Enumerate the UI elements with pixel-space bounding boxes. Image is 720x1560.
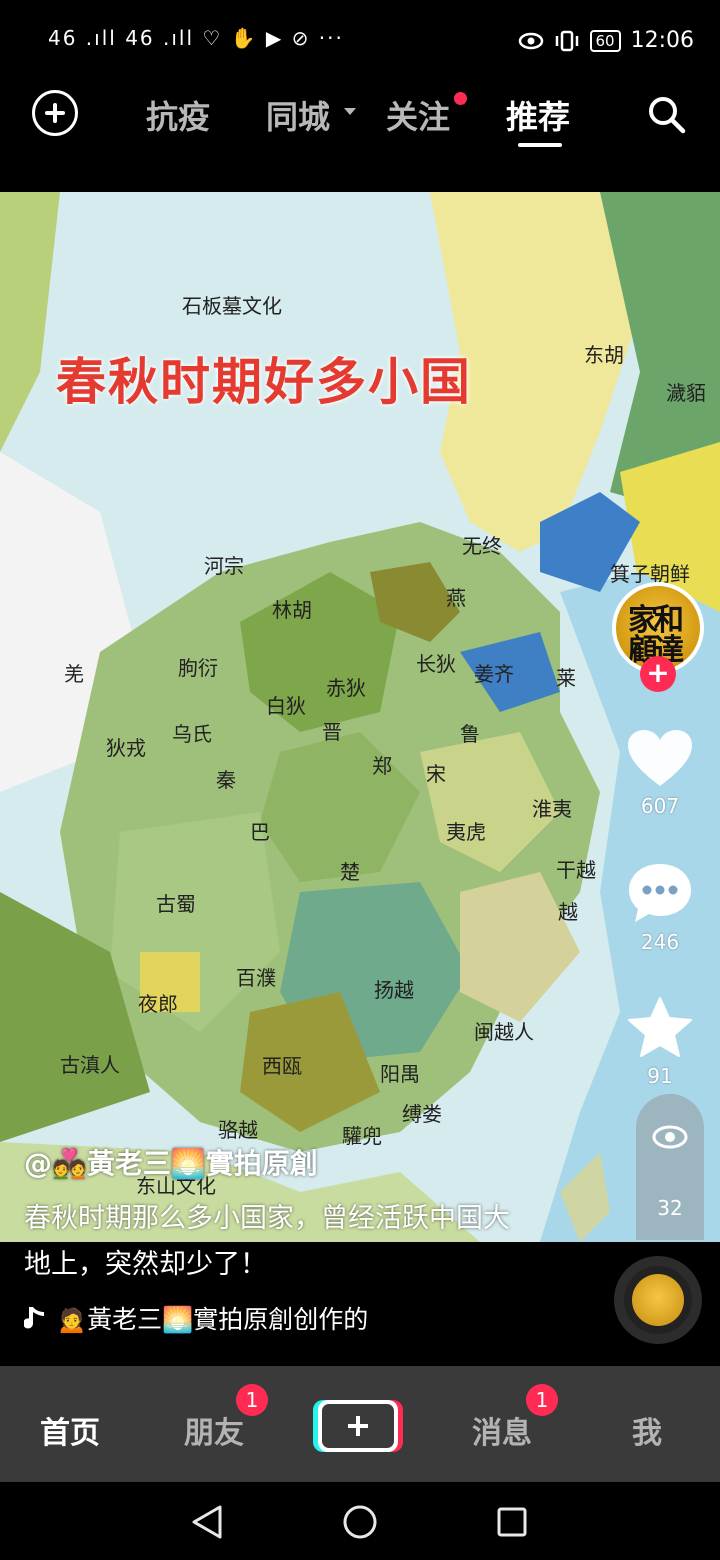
- place-label: 狄戎: [106, 736, 146, 760]
- plus-icon: [322, 1404, 394, 1448]
- nav-me[interactable]: 我: [632, 1408, 662, 1452]
- place-label: 驩兜: [342, 1124, 382, 1148]
- place-label: 扬越: [374, 978, 414, 1002]
- tab-recommended[interactable]: 推荐: [506, 92, 570, 138]
- place-label: 赤狄: [326, 676, 366, 700]
- status-indicators: 46 .ıll 46 .ıll ♡ ✋ ▶ ⊘ ···: [48, 26, 344, 50]
- place-label: 东胡: [584, 343, 624, 367]
- place-label: 林胡: [272, 598, 312, 622]
- back-icon[interactable]: [190, 1504, 224, 1540]
- clock: 12:06: [630, 28, 694, 53]
- place-label: 闽越人: [474, 1020, 534, 1044]
- messages-badge: 1: [526, 1384, 558, 1416]
- eye-icon: [652, 1125, 688, 1149]
- music-info[interactable]: 🙍黃老三🌅實拍原創创作的: [24, 1300, 368, 1336]
- place-label: 燕: [446, 586, 466, 610]
- place-label: 淮夷: [532, 797, 572, 821]
- place-label: 巴: [250, 820, 270, 844]
- add-icon[interactable]: [32, 90, 78, 136]
- top-nav: 抗疫 同城 关注 推荐: [0, 80, 720, 192]
- nav-friends[interactable]: 朋友: [184, 1408, 244, 1452]
- place-label: 阳禺: [380, 1062, 420, 1086]
- system-nav: [0, 1482, 720, 1560]
- battery-indicator: 60: [589, 29, 621, 52]
- status-bar: 46 .ıll 46 .ıll ♡ ✋ ▶ ⊘ ··· 60 12:06: [0, 0, 720, 80]
- follow-button[interactable]: +: [640, 656, 676, 692]
- music-note-icon: [24, 1307, 44, 1329]
- place-label: 夜郎: [138, 992, 178, 1016]
- place-label: 石板墓文化: [182, 294, 282, 318]
- place-label: 骆越: [218, 1118, 258, 1142]
- home-icon[interactable]: [342, 1504, 378, 1540]
- place-label: 古滇人: [60, 1053, 120, 1077]
- place-label: 濊貊: [666, 381, 706, 405]
- tab-local[interactable]: 同城: [266, 92, 330, 138]
- place-label: 朐衍: [178, 656, 218, 680]
- favorite-count: 91: [647, 1064, 673, 1088]
- eye-icon: [518, 32, 543, 49]
- view-count: 32: [657, 1196, 683, 1220]
- heart-icon: [628, 730, 692, 786]
- favorite-button[interactable]: 91: [620, 996, 700, 1088]
- nav-home[interactable]: 首页: [40, 1408, 100, 1452]
- vibrate-icon: [555, 30, 578, 51]
- place-label: 宋: [426, 762, 446, 786]
- comment-icon: [629, 864, 691, 922]
- like-button[interactable]: 607: [620, 728, 700, 818]
- chevron-down-icon: [344, 108, 356, 115]
- place-label: 西瓯: [262, 1054, 302, 1078]
- place-label: 乌氏: [172, 722, 212, 746]
- place-label: 姜齐: [474, 662, 514, 686]
- place-label: 晋: [322, 720, 342, 744]
- place-label: 百濮: [236, 966, 276, 990]
- author-name[interactable]: @💑黃老三🌅實拍原創: [24, 1142, 318, 1182]
- status-right: 60 12:06: [518, 28, 694, 53]
- create-button[interactable]: [318, 1400, 398, 1452]
- like-count: 607: [640, 794, 680, 818]
- tab-following[interactable]: 关注: [386, 92, 450, 138]
- place-label: 夷虎: [446, 820, 486, 844]
- place-label: 古蜀: [156, 892, 196, 916]
- place-label: 无终: [462, 534, 502, 558]
- comment-count: 246: [640, 930, 680, 954]
- place-label: 白狄: [266, 694, 306, 718]
- place-label: 羌: [64, 662, 84, 686]
- tab-anti-epidemic[interactable]: 抗疫: [146, 92, 210, 138]
- place-label: 干越: [556, 858, 596, 882]
- video-title: 春秋时期好多小国: [56, 352, 472, 411]
- music-disc[interactable]: [614, 1256, 702, 1344]
- bottom-nav: 首页 朋友 1 消息 1 我: [0, 1366, 720, 1482]
- place-label: 鲁: [460, 722, 480, 746]
- place-label: 越: [558, 900, 578, 924]
- place-label: 郑: [372, 754, 392, 778]
- nav-messages[interactable]: 消息: [472, 1408, 532, 1452]
- place-label: 长狄: [416, 652, 456, 676]
- active-tab-indicator: [518, 143, 562, 147]
- place-label: 楚: [340, 860, 360, 884]
- video-player[interactable]: 春秋时期好多小国 石板墓文化 东胡 濊貊 无终 箕子朝鲜 河宗 燕 林胡 羌 朐…: [0, 192, 720, 1242]
- recents-icon[interactable]: [496, 1506, 528, 1538]
- place-label: 缚娄: [402, 1102, 442, 1126]
- post-caption: 春秋时期那么多小国家，曾经活跃中国大地上，突然却少了！: [24, 1203, 510, 1280]
- place-label: 秦: [216, 768, 236, 792]
- notification-dot: [454, 92, 467, 105]
- music-title: 🙍黃老三🌅實拍原創创作的: [56, 1305, 369, 1334]
- comment-button[interactable]: 246: [620, 862, 700, 954]
- friends-badge: 1: [236, 1384, 268, 1416]
- star-icon: [628, 997, 692, 1057]
- place-label: 莱: [556, 666, 576, 690]
- place-label: 河宗: [204, 554, 244, 578]
- view-count-panel[interactable]: 32: [636, 1094, 704, 1240]
- search-icon[interactable]: [646, 94, 686, 134]
